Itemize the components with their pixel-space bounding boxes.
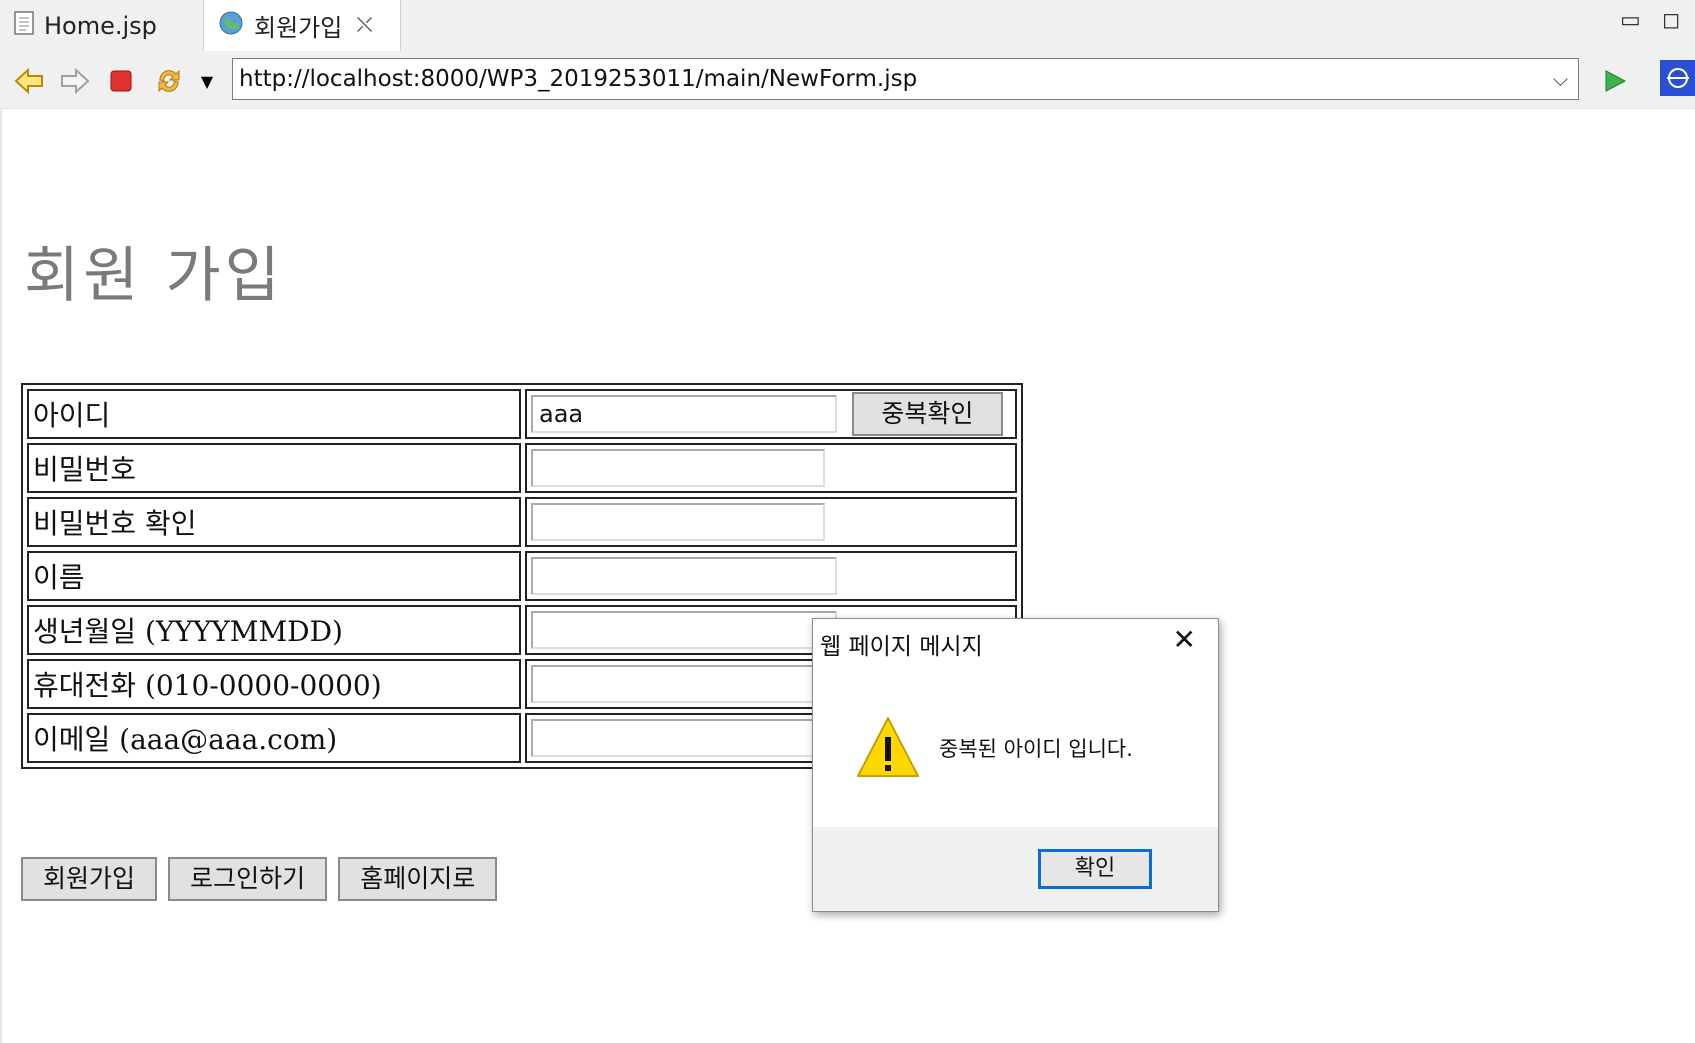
url-text: http://localhost:8000/WP3_2019253011/mai… bbox=[239, 66, 918, 92]
row-field bbox=[525, 443, 1017, 493]
password-confirm-input[interactable] bbox=[531, 503, 825, 541]
dup-check-button[interactable]: 중복확인 bbox=[851, 392, 1003, 436]
birthdate-input[interactable] bbox=[531, 611, 837, 649]
row-field bbox=[525, 551, 1017, 601]
form-row-name: 이름 bbox=[27, 551, 1017, 601]
row-field bbox=[525, 497, 1017, 547]
url-bar[interactable]: http://localhost:8000/WP3_2019253011/mai… bbox=[232, 58, 1579, 100]
ok-button[interactable]: 확인 bbox=[1038, 849, 1152, 889]
form-row-password-confirm: 비밀번호 확인 bbox=[27, 497, 1017, 547]
close-icon[interactable]: ✕ bbox=[1173, 623, 1196, 656]
dialog-title: 웹 페이지 메시지 bbox=[820, 634, 983, 660]
browser-app-icon[interactable] bbox=[1660, 60, 1695, 96]
go-icon[interactable] bbox=[1600, 66, 1630, 96]
row-label: 휴대전화 (010-0000-0000) bbox=[27, 659, 521, 709]
form-row-password: 비밀번호 bbox=[27, 443, 1017, 493]
row-label: 아이디 bbox=[27, 389, 521, 439]
tab-label: 회원가입 bbox=[254, 14, 343, 42]
tab-signup[interactable]: 회원가입 ⛌ bbox=[204, 0, 401, 51]
dialog-footer: 확인 bbox=[813, 827, 1218, 911]
signup-button[interactable]: 회원가입 bbox=[21, 857, 158, 901]
tab-label: Home.jsp bbox=[44, 11, 157, 40]
form-actions: 회원가입 로그인하기 홈페이지로 bbox=[21, 857, 503, 901]
stop-icon[interactable] bbox=[106, 66, 136, 96]
minimize-icon[interactable]: ▭ bbox=[1620, 8, 1641, 33]
email-input[interactable] bbox=[531, 719, 837, 757]
alert-dialog: 웹 페이지 메시지 ✕ 중복된 아이디 입니다. 확인 bbox=[812, 618, 1219, 912]
dialog-message: 중복된 아이디 입니다. bbox=[939, 737, 1133, 761]
home-button[interactable]: 홈페이지로 bbox=[338, 857, 498, 901]
login-button[interactable]: 로그인하기 bbox=[168, 857, 328, 901]
phone-input[interactable] bbox=[531, 665, 837, 703]
row-label: 비밀번호 확인 bbox=[27, 497, 521, 547]
back-arrow-icon[interactable] bbox=[14, 66, 44, 96]
row-label: 이름 bbox=[27, 551, 521, 601]
warning-icon bbox=[855, 715, 921, 783]
editor-tab-bar: Home.jsp 회원가입 ⛌ ▭ ◻ bbox=[0, 0, 1695, 53]
refresh-icon[interactable] bbox=[154, 66, 184, 96]
id-input[interactable]: aaa bbox=[531, 395, 837, 433]
row-label: 이메일 (aaa@aaa.com) bbox=[27, 713, 521, 763]
close-tab-icon[interactable]: ⛌ bbox=[356, 13, 372, 38]
dropdown-arrow-icon[interactable]: ▼ bbox=[192, 66, 222, 96]
maximize-icon[interactable]: ◻ bbox=[1662, 8, 1680, 33]
globe-icon bbox=[218, 10, 244, 42]
page-title: 회원 가입 bbox=[24, 241, 284, 311]
jsp-file-icon bbox=[14, 10, 34, 41]
forward-arrow-icon[interactable] bbox=[60, 66, 90, 96]
form-row-id: 아이디 aaa 중복확인 bbox=[27, 389, 1017, 439]
name-input[interactable] bbox=[531, 557, 837, 595]
row-label: 생년월일 (YYYYMMDD) bbox=[27, 605, 521, 655]
chevron-down-icon[interactable]: ⌵ bbox=[1553, 59, 1568, 99]
tab-home-jsp[interactable]: Home.jsp bbox=[0, 0, 204, 51]
row-label: 비밀번호 bbox=[27, 443, 521, 493]
row-field: aaa 중복확인 bbox=[525, 389, 1017, 439]
password-input[interactable] bbox=[531, 449, 825, 487]
browser-toolbar: ▼ http://localhost:8000/WP3_2019253011/m… bbox=[0, 52, 1695, 109]
